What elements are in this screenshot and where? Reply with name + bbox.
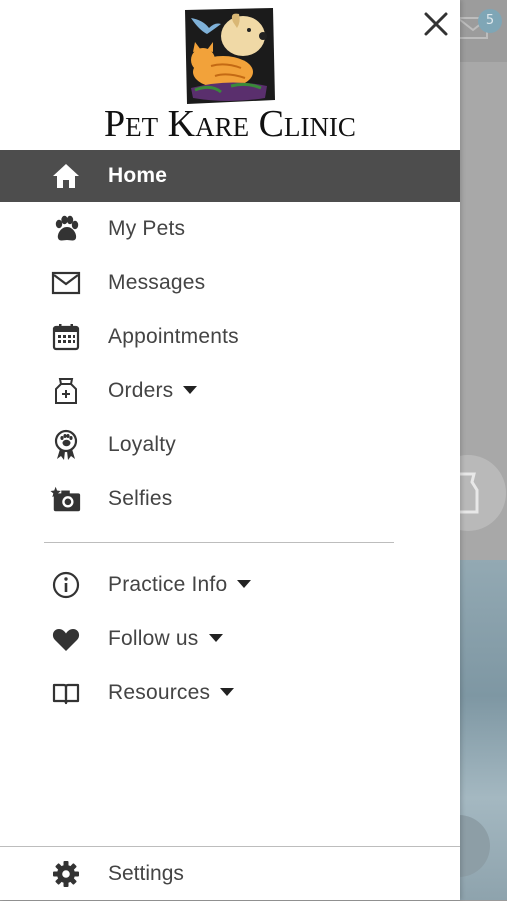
- menu-item-orders[interactable]: Orders: [0, 364, 460, 418]
- food-bag-icon: [50, 375, 82, 407]
- menu-item-follow-us[interactable]: Follow us: [0, 612, 460, 666]
- menu-item-messages[interactable]: Messages: [0, 256, 460, 310]
- menu-item-home[interactable]: Home: [0, 150, 460, 202]
- chevron-down-icon: [183, 386, 198, 395]
- book-icon: [50, 677, 82, 709]
- menu-item-practice-info[interactable]: Practice Info: [0, 558, 460, 612]
- settings-label: Settings: [108, 862, 184, 885]
- menu-divider: [44, 542, 394, 543]
- menu-item-label: Appointments: [108, 325, 239, 348]
- calendar-icon: [50, 321, 82, 353]
- navigation-drawer: Pet Kare Clinic Home My Pets Messages Ap…: [0, 0, 460, 900]
- gear-icon: [50, 858, 82, 890]
- menu-item-label: Follow us: [108, 627, 223, 651]
- menu-item-settings[interactable]: Settings: [0, 846, 460, 901]
- chevron-down-icon: [237, 580, 252, 589]
- clinic-logo: Pet Kare Clinic: [0, 0, 460, 150]
- chevron-down-icon: [220, 688, 235, 697]
- menu-item-appointments[interactable]: Appointments: [0, 310, 460, 364]
- menu-item-label: Messages: [108, 271, 206, 294]
- menu-item-label: Selfies: [108, 487, 173, 510]
- heart-icon: [50, 623, 82, 655]
- menu-item-label: Orders: [108, 379, 198, 403]
- camera-icon: [50, 483, 82, 515]
- paw-icon: [50, 213, 82, 245]
- home-icon: [50, 160, 82, 192]
- menu-item-label: Practice Info: [108, 573, 252, 597]
- clinic-logo-art: [185, 8, 275, 104]
- chevron-down-icon: [208, 634, 223, 643]
- menu-item-loyalty[interactable]: Loyalty: [0, 418, 460, 472]
- menu-item-label: My Pets: [108, 217, 186, 240]
- award-ribbon-icon: [50, 429, 82, 461]
- menu-item-resources[interactable]: Resources: [0, 666, 460, 720]
- drawer-menu: Home My Pets Messages Appointments Order…: [0, 150, 460, 720]
- info-icon: [50, 569, 82, 601]
- menu-item-label: Resources: [108, 681, 235, 705]
- menu-item-label: Home: [108, 164, 168, 187]
- clinic-name: Pet Kare Clinic: [104, 103, 356, 145]
- envelope-icon: [50, 267, 82, 299]
- menu-item-label: Loyalty: [108, 433, 176, 456]
- menu-item-my-pets[interactable]: My Pets: [0, 202, 460, 256]
- mail-badge: 5: [478, 9, 502, 33]
- menu-item-selfies[interactable]: Selfies: [0, 472, 460, 526]
